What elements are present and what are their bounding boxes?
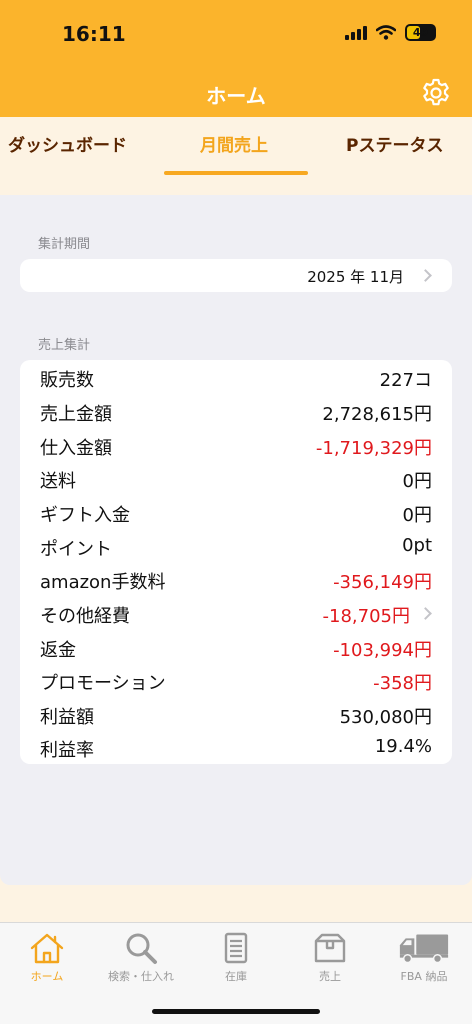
status-time: 16:11 <box>62 22 126 46</box>
row-sales-amount: 売上金額 2,728,615円 <box>20 394 452 428</box>
wifi-icon <box>376 25 396 40</box>
segment-tabs: ダッシュボード 月間売上 Pステータス <box>0 117 472 195</box>
row-profit-rate: 利益率 19.4% <box>20 730 452 764</box>
row-value: -1,719,329円 <box>315 438 432 459</box>
row-label: プロモーション <box>40 673 166 694</box>
row-value: -103,994円 <box>333 640 432 661</box>
row-value: -18,705円 <box>322 606 410 627</box>
home-indicator <box>152 1009 320 1014</box>
chevron-right-icon <box>419 269 432 282</box>
row-label: 利益率 <box>40 740 94 761</box>
tabbar-fba[interactable]: FBA 納品 <box>379 931 469 984</box>
battery-icon: 49 <box>405 24 436 41</box>
row-other-expenses[interactable]: その他経費 -18,705円 <box>20 596 452 630</box>
row-value: 227コ <box>379 370 432 391</box>
row-shipping: 送料 0円 <box>20 461 452 495</box>
row-label: ポイント <box>40 539 112 560</box>
tabbar-inventory[interactable]: 在庫 <box>191 931 281 984</box>
home-icon <box>30 933 64 964</box>
row-label: amazon手数料 <box>40 572 166 593</box>
row-points: ポイント 0pt <box>20 529 452 563</box>
chevron-right-icon <box>419 607 432 620</box>
summary-section-label: 売上集計 <box>38 338 91 353</box>
search-icon <box>126 933 157 964</box>
row-label: 売上金額 <box>40 404 112 425</box>
row-purchase-amount: 仕入金額 -1,719,329円 <box>20 428 452 462</box>
row-value: 0円 <box>402 471 432 492</box>
row-value: -358円 <box>373 673 432 694</box>
period-selector[interactable]: 2025 年 11月 <box>20 259 452 292</box>
row-amazon-fee: amazon手数料 -356,149円 <box>20 562 452 596</box>
row-label: 利益額 <box>40 707 94 728</box>
clipboard-icon <box>224 932 248 964</box>
tabbar-search[interactable]: 検索・仕入れ <box>96 931 186 984</box>
row-label: その他経費 <box>40 606 130 627</box>
row-sales-count: 販売数 227コ <box>20 360 452 394</box>
row-label: 送料 <box>40 471 76 492</box>
tabbar-label: 在庫 <box>225 970 247 983</box>
row-label: 返金 <box>40 640 76 661</box>
tabbar-label: ホーム <box>30 970 64 983</box>
row-promotion: プロモーション -358円 <box>20 663 452 697</box>
tab-dashboard[interactable]: ダッシュボード <box>8 131 127 156</box>
tabbar-label: 検索・仕入れ <box>108 970 174 983</box>
row-value: 0pt <box>402 535 432 556</box>
gear-icon[interactable] <box>420 77 452 109</box>
row-refund: 返金 -103,994円 <box>20 630 452 664</box>
app-header: 16:11 49 ホーム <box>0 0 472 117</box>
row-value: -356,149円 <box>333 572 432 593</box>
page-title: ホーム <box>206 84 266 108</box>
battery-percent: 49 <box>412 26 429 39</box>
row-label: 仕入金額 <box>40 438 112 459</box>
row-label: 販売数 <box>40 370 94 391</box>
period-section-label: 集計期間 <box>38 237 91 252</box>
row-value: 2,728,615円 <box>322 404 432 425</box>
tab-monthly-sales[interactable]: 月間売上 <box>200 131 268 156</box>
row-gift-deposit: ギフト入金 0円 <box>20 495 452 529</box>
period-value: 2025 年 11月 <box>307 268 404 286</box>
tabbar-home[interactable]: ホーム <box>2 931 92 984</box>
tabbar-label: FBA 納品 <box>400 970 448 983</box>
row-value: 19.4% <box>374 736 432 757</box>
truck-icon <box>399 934 449 964</box>
tab-p-status[interactable]: Pステータス <box>346 131 443 156</box>
row-label: ギフト入金 <box>40 505 130 526</box>
row-value: 530,080円 <box>339 707 432 728</box>
tabbar-sales[interactable]: 売上 <box>285 931 375 984</box>
cellular-signal-icon <box>345 25 367 40</box>
status-icons: 49 <box>345 24 436 41</box>
row-value: 0円 <box>402 505 432 526</box>
content-panel: 集計期間 2025 年 11月 売上集計 販売数 227コ 売上金額 2,728… <box>0 195 472 885</box>
row-profit: 利益額 530,080円 <box>20 697 452 731</box>
box-icon <box>314 933 346 963</box>
summary-table: 販売数 227コ 売上金額 2,728,615円 仕入金額 -1,719,329… <box>20 360 452 764</box>
active-tab-indicator <box>164 171 308 175</box>
tabbar-label: 売上 <box>319 970 341 983</box>
